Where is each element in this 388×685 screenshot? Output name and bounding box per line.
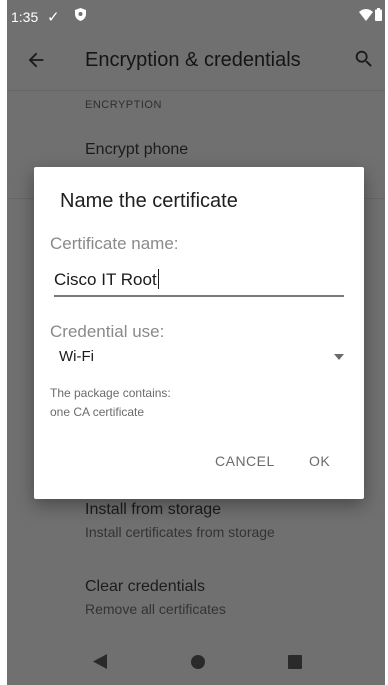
arrow-back-icon[interactable]	[25, 49, 47, 71]
nav-recents-icon[interactable]	[288, 655, 302, 669]
ok-button[interactable]: OK	[309, 453, 330, 469]
package-info-line-1: The package contains:	[50, 386, 171, 400]
certificate-name-value: Cisco IT Root	[54, 269, 159, 290]
package-info-line-2: one CA certificate	[50, 405, 145, 419]
certificate-name-text: Cisco IT Root	[54, 270, 157, 289]
screen: 1:35 ✓ Encryption & credentials ENCRYPTI…	[7, 0, 385, 685]
encrypt-phone-item[interactable]: Encrypt phone	[85, 141, 188, 159]
check-icon: ✓	[47, 9, 60, 26]
cancel-button[interactable]: CANCEL	[215, 453, 275, 469]
nav-back-icon[interactable]	[93, 654, 107, 669]
clear-credentials-subtitle: Remove all certificates	[85, 601, 226, 617]
battery-icon	[375, 8, 382, 21]
dialog-title: Name the certificate	[60, 190, 238, 212]
name-certificate-dialog: Name the certificate Certificate name: C…	[34, 167, 364, 499]
status-time: 1:35	[11, 9, 39, 25]
clear-credentials-item[interactable]: Clear credentials	[85, 578, 205, 596]
install-from-storage-item[interactable]: Install from storage	[85, 501, 221, 519]
install-from-storage-subtitle: Install certificates from storage	[85, 524, 275, 540]
certificate-name-label: Certificate name:	[50, 234, 179, 253]
shield-icon	[75, 8, 86, 21]
certificate-name-input[interactable]: Cisco IT Root	[54, 265, 344, 297]
dropdown-arrow-icon	[334, 354, 344, 360]
nav-home-icon[interactable]	[191, 655, 205, 669]
section-header-encryption: ENCRYPTION	[85, 99, 162, 111]
page-title: Encryption & credentials	[85, 49, 301, 71]
system-nav-bar	[7, 637, 385, 685]
status-bar: 1:35 ✓	[7, 0, 385, 32]
credential-use-dropdown[interactable]: Wi-Fi	[50, 345, 344, 371]
text-cursor	[157, 269, 159, 289]
credential-use-label: Credential use:	[50, 322, 165, 341]
wifi-icon	[359, 9, 373, 21]
app-bar: Encryption & credentials	[7, 32, 385, 91]
search-icon[interactable]	[353, 48, 375, 70]
credential-use-value: Wi-Fi	[59, 348, 94, 365]
